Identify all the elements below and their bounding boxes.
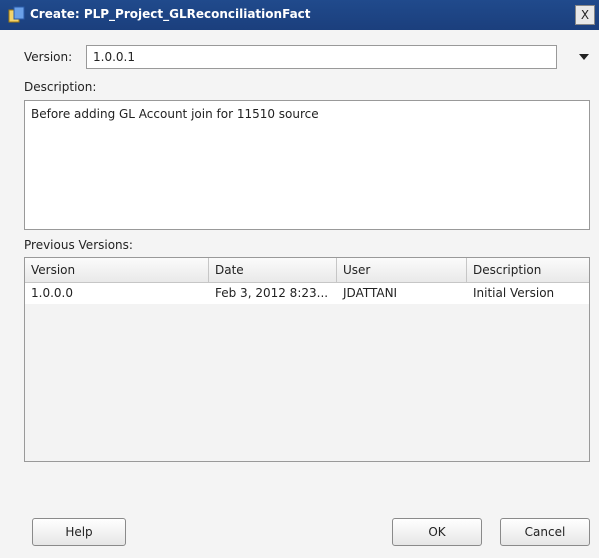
column-header-date[interactable]: Date [209, 258, 337, 282]
ok-button[interactable]: OK [392, 518, 482, 546]
cell-version: 1.0.0.0 [31, 286, 73, 300]
column-header-user[interactable]: User [337, 258, 467, 282]
version-label: Version: [24, 50, 73, 64]
title-bar[interactable]: Create: PLP_Project_GLReconciliationFact… [0, 0, 599, 30]
close-icon: X [580, 8, 590, 22]
close-button[interactable]: X [575, 5, 595, 25]
dropdown-arrow-icon[interactable] [576, 50, 592, 64]
cell-description: Initial Version [473, 286, 555, 300]
column-header-version[interactable]: Version [25, 258, 209, 282]
previous-versions-table: Version Date User Description 1.0.0.0 Fe… [24, 257, 590, 462]
previous-versions-label: Previous Versions: [24, 238, 133, 252]
version-input[interactable] [86, 45, 557, 69]
table-empty-area [25, 304, 589, 461]
description-field[interactable]: Before adding GL Account join for 11510 … [24, 100, 590, 230]
dialog-title: Create: PLP_Project_GLReconciliationFact [30, 7, 311, 21]
cell-user: JDATTANI [343, 286, 398, 300]
table-header: Version Date User Description [25, 258, 589, 283]
table-row[interactable]: 1.0.0.0 Feb 3, 2012 8:23... JDATTANI Ini… [25, 282, 589, 304]
create-version-dialog: Create: PLP_Project_GLReconciliationFact… [0, 0, 599, 558]
cancel-button[interactable]: Cancel [500, 518, 590, 546]
app-window-icon [8, 6, 26, 24]
description-label: Description: [24, 80, 97, 94]
column-header-description[interactable]: Description [467, 258, 589, 282]
help-button[interactable]: Help [32, 518, 126, 546]
cell-date: Feb 3, 2012 8:23... [215, 286, 329, 300]
